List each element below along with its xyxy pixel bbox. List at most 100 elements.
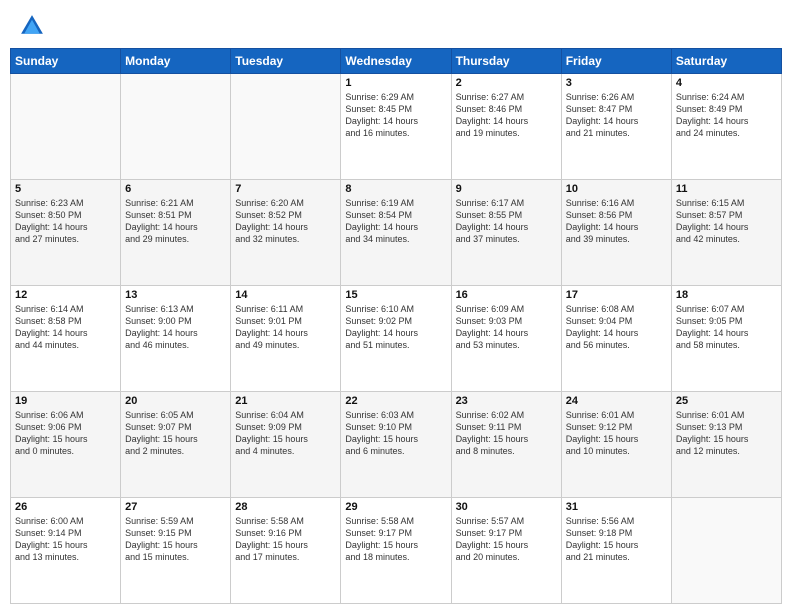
- day-number: 30: [456, 501, 557, 513]
- calendar-cell: 31 Sunrise: 5:56 AMSunset: 9:18 PMDayligh…: [561, 498, 671, 604]
- calendar-table: SundayMondayTuesdayWednesdayThursdayFrid…: [10, 48, 782, 604]
- day-number: 1: [345, 77, 446, 89]
- calendar-cell: 10 Sunrise: 6:16 AMSunset: 8:56 PMDayligh…: [561, 180, 671, 286]
- cell-text: Sunrise: 6:04 AMSunset: 9:09 PMDaylight:…: [235, 409, 336, 458]
- day-number: 13: [125, 289, 226, 301]
- cell-text: Sunrise: 6:05 AMSunset: 9:07 PMDaylight:…: [125, 409, 226, 458]
- calendar-cell: 24 Sunrise: 6:01 AMSunset: 9:12 PMDayligh…: [561, 392, 671, 498]
- cell-text: Sunrise: 6:01 AMSunset: 9:13 PMDaylight:…: [676, 409, 777, 458]
- calendar-cell: 25 Sunrise: 6:01 AMSunset: 9:13 PMDayligh…: [671, 392, 781, 498]
- cell-text: Sunrise: 6:11 AMSunset: 9:01 PMDaylight:…: [235, 303, 336, 352]
- calendar-cell: 22 Sunrise: 6:03 AMSunset: 9:10 PMDayligh…: [341, 392, 451, 498]
- logo-icon: [18, 12, 46, 40]
- day-number: 25: [676, 395, 777, 407]
- day-number: 8: [345, 183, 446, 195]
- day-number: 26: [15, 501, 116, 513]
- cell-text: Sunrise: 6:15 AMSunset: 8:57 PMDaylight:…: [676, 197, 777, 246]
- weekday-header-friday: Friday: [561, 49, 671, 74]
- day-number: 12: [15, 289, 116, 301]
- calendar-cell: [11, 74, 121, 180]
- calendar-cell: [231, 74, 341, 180]
- calendar-cell: 2Sunrise: 6:27 AMSunset: 8:46 PMDaylight…: [451, 74, 561, 180]
- cell-text: Sunrise: 6:10 AMSunset: 9:02 PMDaylight:…: [345, 303, 446, 352]
- cell-text: Sunrise: 6:13 AMSunset: 9:00 PMDaylight:…: [125, 303, 226, 352]
- calendar-cell: 30 Sunrise: 5:57 AMSunset: 9:17 PMDayligh…: [451, 498, 561, 604]
- calendar-cell: 5Sunrise: 6:23 AMSunset: 8:50 PMDaylight…: [11, 180, 121, 286]
- day-number: 19: [15, 395, 116, 407]
- cell-text: Sunrise: 5:57 AMSunset: 9:17 PMDaylight:…: [456, 515, 557, 564]
- cell-text: Sunrise: 6:20 AMSunset: 8:52 PMDaylight:…: [235, 197, 336, 246]
- cell-text: Sunrise: 6:17 AMSunset: 8:55 PMDaylight:…: [456, 197, 557, 246]
- calendar-cell: 20 Sunrise: 6:05 AMSunset: 9:07 PMDayligh…: [121, 392, 231, 498]
- calendar-cell: 28 Sunrise: 5:58 AMSunset: 9:16 PMDayligh…: [231, 498, 341, 604]
- cell-text: Sunrise: 6:01 AMSunset: 9:12 PMDaylight:…: [566, 409, 667, 458]
- calendar-row: 1 Sunrise: 6:29 AMSunset: 8:45 PMDaylight…: [11, 74, 782, 180]
- cell-text: Sunrise: 6:24 AMSunset: 8:49 PMDaylight:…: [676, 91, 777, 140]
- calendar-row: 26 Sunrise: 6:00 AMSunset: 9:14 PMDayligh…: [11, 498, 782, 604]
- calendar-cell: 12 Sunrise: 6:14 AMSunset: 8:58 PMDayligh…: [11, 286, 121, 392]
- calendar-cell: 1 Sunrise: 6:29 AMSunset: 8:45 PMDaylight…: [341, 74, 451, 180]
- calendar-cell: 9 Sunrise: 6:17 AMSunset: 8:55 PMDaylight…: [451, 180, 561, 286]
- day-number: 16: [456, 289, 557, 301]
- weekday-header-sunday: Sunday: [11, 49, 121, 74]
- calendar-cell: 18Sunrise: 6:07 AMSunset: 9:05 PMDayligh…: [671, 286, 781, 392]
- day-number: 14: [235, 289, 336, 301]
- day-number: 21: [235, 395, 336, 407]
- day-number: 20: [125, 395, 226, 407]
- calendar-cell: 29Sunrise: 5:58 AMSunset: 9:17 PMDayligh…: [341, 498, 451, 604]
- day-number: 28: [235, 501, 336, 513]
- cell-text: Sunrise: 6:21 AMSunset: 8:51 PMDaylight:…: [125, 197, 226, 246]
- calendar-cell: 17Sunrise: 6:08 AMSunset: 9:04 PMDayligh…: [561, 286, 671, 392]
- weekday-header-thursday: Thursday: [451, 49, 561, 74]
- day-number: 3: [566, 77, 667, 89]
- calendar-cell: 11 Sunrise: 6:15 AMSunset: 8:57 PMDayligh…: [671, 180, 781, 286]
- day-number: 15: [345, 289, 446, 301]
- page: SundayMondayTuesdayWednesdayThursdayFrid…: [0, 0, 792, 612]
- cell-text: Sunrise: 6:23 AMSunset: 8:50 PMDaylight:…: [15, 197, 116, 246]
- calendar-cell: 14 Sunrise: 6:11 AMSunset: 9:01 PMDayligh…: [231, 286, 341, 392]
- cell-text: Sunrise: 6:16 AMSunset: 8:56 PMDaylight:…: [566, 197, 667, 246]
- day-number: 24: [566, 395, 667, 407]
- day-number: 9: [456, 183, 557, 195]
- cell-text: Sunrise: 6:27 AMSunset: 8:46 PMDaylight:…: [456, 91, 557, 140]
- calendar-cell: 16Sunrise: 6:09 AMSunset: 9:03 PMDayligh…: [451, 286, 561, 392]
- header: [0, 0, 792, 48]
- calendar-cell: 26 Sunrise: 6:00 AMSunset: 9:14 PMDayligh…: [11, 498, 121, 604]
- cell-text: Sunrise: 5:59 AMSunset: 9:15 PMDaylight:…: [125, 515, 226, 564]
- day-number: 4: [676, 77, 777, 89]
- cell-text: Sunrise: 6:06 AMSunset: 9:06 PMDaylight:…: [15, 409, 116, 458]
- calendar-cell: [671, 498, 781, 604]
- cell-text: Sunrise: 6:26 AMSunset: 8:47 PMDaylight:…: [566, 91, 667, 140]
- day-number: 7: [235, 183, 336, 195]
- calendar-cell: 3 Sunrise: 6:26 AMSunset: 8:47 PMDaylight…: [561, 74, 671, 180]
- calendar-cell: 7 Sunrise: 6:20 AMSunset: 8:52 PMDaylight…: [231, 180, 341, 286]
- calendar-cell: 23 Sunrise: 6:02 AMSunset: 9:11 PMDayligh…: [451, 392, 561, 498]
- calendar-cell: 8 Sunrise: 6:19 AMSunset: 8:54 PMDaylight…: [341, 180, 451, 286]
- cell-text: Sunrise: 6:03 AMSunset: 9:10 PMDaylight:…: [345, 409, 446, 458]
- cell-text: Sunrise: 5:56 AMSunset: 9:18 PMDaylight:…: [566, 515, 667, 564]
- calendar-cell: 15 Sunrise: 6:10 AMSunset: 9:02 PMDayligh…: [341, 286, 451, 392]
- calendar-cell: 6 Sunrise: 6:21 AMSunset: 8:51 PMDaylight…: [121, 180, 231, 286]
- calendar-cell: 19 Sunrise: 6:06 AMSunset: 9:06 PMDayligh…: [11, 392, 121, 498]
- day-number: 6: [125, 183, 226, 195]
- weekday-header-saturday: Saturday: [671, 49, 781, 74]
- calendar-row: 12 Sunrise: 6:14 AMSunset: 8:58 PMDayligh…: [11, 286, 782, 392]
- day-number: 31: [566, 501, 667, 513]
- cell-text: Sunrise: 6:19 AMSunset: 8:54 PMDaylight:…: [345, 197, 446, 246]
- cell-text: Sunrise: 5:58 AMSunset: 9:16 PMDaylight:…: [235, 515, 336, 564]
- day-number: 11: [676, 183, 777, 195]
- day-number: 29: [345, 501, 446, 513]
- day-number: 23: [456, 395, 557, 407]
- day-number: 22: [345, 395, 446, 407]
- cell-text: Sunrise: 6:08 AMSunset: 9:04 PMDaylight:…: [566, 303, 667, 352]
- calendar-cell: 4 Sunrise: 6:24 AMSunset: 8:49 PMDaylight…: [671, 74, 781, 180]
- cell-text: Sunrise: 6:29 AMSunset: 8:45 PMDaylight:…: [345, 91, 446, 140]
- calendar-row: 19 Sunrise: 6:06 AMSunset: 9:06 PMDayligh…: [11, 392, 782, 498]
- weekday-header-tuesday: Tuesday: [231, 49, 341, 74]
- day-number: 10: [566, 183, 667, 195]
- cell-text: Sunrise: 6:14 AMSunset: 8:58 PMDaylight:…: [15, 303, 116, 352]
- cell-text: Sunrise: 6:00 AMSunset: 9:14 PMDaylight:…: [15, 515, 116, 564]
- weekday-header-wednesday: Wednesday: [341, 49, 451, 74]
- cell-text: Sunrise: 6:02 AMSunset: 9:11 PMDaylight:…: [456, 409, 557, 458]
- calendar-cell: 27Sunrise: 5:59 AMSunset: 9:15 PMDayligh…: [121, 498, 231, 604]
